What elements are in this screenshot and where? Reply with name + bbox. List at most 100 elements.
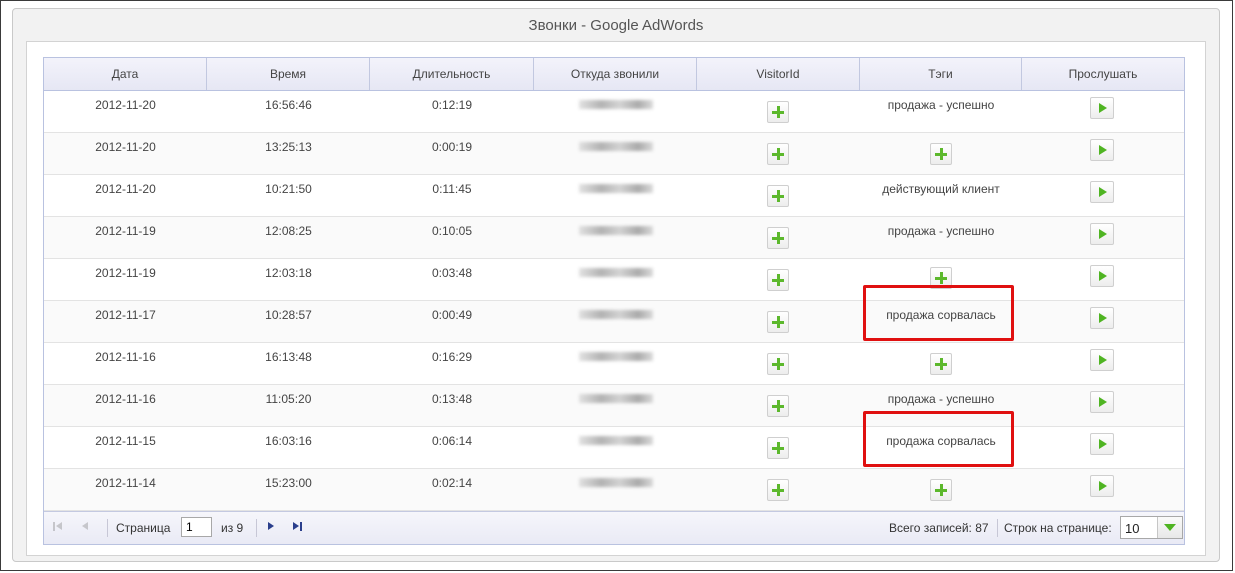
play-icon[interactable] bbox=[1090, 181, 1114, 203]
time-cell: 15:23:00 bbox=[265, 476, 312, 490]
redacted-phone bbox=[578, 394, 653, 403]
time-cell: 16:13:48 bbox=[265, 350, 312, 364]
first-page-icon[interactable] bbox=[53, 521, 65, 533]
time-cell: 12:08:25 bbox=[265, 224, 312, 238]
redacted-phone bbox=[578, 100, 653, 109]
plus-icon[interactable] bbox=[930, 143, 952, 165]
column-header[interactable]: Дата bbox=[44, 58, 207, 90]
rows-per-page-label: Строк на странице: bbox=[1004, 521, 1112, 535]
window-title: Звонки - Google AdWords bbox=[528, 17, 704, 34]
column-header[interactable]: Откуда звонили bbox=[534, 58, 697, 90]
caller-number-cell bbox=[534, 301, 697, 343]
visitor-id-cell bbox=[697, 385, 860, 427]
pager-separator bbox=[997, 519, 998, 537]
column-header[interactable]: VisitorId bbox=[697, 58, 860, 90]
play-icon[interactable] bbox=[1090, 349, 1114, 371]
play-icon[interactable] bbox=[1090, 223, 1114, 245]
listen-cell bbox=[1022, 343, 1184, 385]
duration-cell: 0:13:48 bbox=[431, 392, 473, 406]
duration-cell: 0:00:49 bbox=[431, 308, 473, 322]
plus-icon[interactable] bbox=[767, 311, 789, 333]
visitor-id-cell bbox=[697, 175, 860, 217]
visitor-id-cell bbox=[697, 259, 860, 301]
time-cell: 10:28:57 bbox=[265, 308, 312, 322]
page-number-input[interactable] bbox=[181, 517, 212, 537]
caller-number-cell bbox=[534, 217, 697, 259]
plus-icon[interactable] bbox=[767, 437, 789, 459]
play-icon[interactable] bbox=[1090, 139, 1114, 161]
visitor-id-cell bbox=[697, 343, 860, 385]
visitor-id-cell bbox=[697, 469, 860, 511]
tags-cell bbox=[860, 469, 1022, 511]
plus-icon[interactable] bbox=[767, 101, 789, 123]
redacted-phone bbox=[578, 310, 653, 319]
prev-page-icon[interactable] bbox=[80, 521, 92, 533]
redacted-phone bbox=[578, 184, 653, 193]
table-row: 2012-11-14 15:23:00 0:02:14 bbox=[44, 469, 1184, 511]
table-row: 2012-11-15 16:03:16 0:06:14 продажа сорвала… bbox=[44, 427, 1184, 469]
plus-icon[interactable] bbox=[930, 267, 952, 289]
tags-cell: действующий клиент bbox=[860, 175, 1022, 217]
column-header[interactable]: Тэги bbox=[860, 58, 1022, 90]
duration-cell: 0:06:14 bbox=[431, 434, 473, 448]
column-header[interactable]: Прослушать bbox=[1022, 58, 1184, 90]
caller-number-cell bbox=[534, 259, 697, 301]
date-cell: 2012-11-20 bbox=[95, 182, 156, 196]
pager-bar: Страница из 9 Всего записей: 87 Строк на… bbox=[44, 511, 1184, 544]
plus-icon[interactable] bbox=[930, 353, 952, 375]
play-icon[interactable] bbox=[1090, 391, 1114, 413]
play-icon[interactable] bbox=[1090, 265, 1114, 287]
plus-icon[interactable] bbox=[767, 353, 789, 375]
table-row: 2012-11-16 11:05:20 0:13:48 продажа - успеш… bbox=[44, 385, 1184, 427]
play-icon[interactable] bbox=[1090, 307, 1114, 329]
plus-icon[interactable] bbox=[767, 395, 789, 417]
column-header[interactable]: Длительность bbox=[370, 58, 534, 90]
play-icon[interactable] bbox=[1090, 475, 1114, 497]
column-header[interactable]: Время bbox=[207, 58, 370, 90]
listen-cell bbox=[1022, 217, 1184, 259]
tag-label: действующий клиент bbox=[882, 182, 1000, 196]
tag-label: продажа - успешно bbox=[887, 224, 995, 238]
plus-icon[interactable] bbox=[767, 269, 789, 291]
caller-number-cell bbox=[534, 175, 697, 217]
plus-icon[interactable] bbox=[767, 143, 789, 165]
play-icon[interactable] bbox=[1090, 97, 1114, 119]
tags-cell: продажа - успешно bbox=[860, 91, 1022, 133]
table-row: 2012-11-16 16:13:48 0:16:29 bbox=[44, 343, 1184, 385]
grid-header: Дата Время Длительность Откуда звонили Visit… bbox=[44, 58, 1184, 91]
table-row: 2012-11-19 12:08:25 0:10:05 продажа - успеш… bbox=[44, 217, 1184, 259]
time-cell: 10:21:50 bbox=[265, 182, 312, 196]
table-row: 2012-11-19 12:03:18 0:03:48 bbox=[44, 259, 1184, 301]
duration-cell: 0:10:05 bbox=[431, 224, 473, 238]
redacted-phone bbox=[578, 142, 653, 151]
time-cell: 13:25:13 bbox=[265, 140, 312, 154]
plus-icon[interactable] bbox=[767, 185, 789, 207]
date-cell: 2012-11-14 bbox=[95, 476, 156, 490]
tag-label: продажа сорвалась bbox=[886, 308, 996, 322]
duration-cell: 0:11:45 bbox=[432, 182, 472, 196]
next-page-icon[interactable] bbox=[265, 521, 277, 533]
plus-icon[interactable] bbox=[767, 479, 789, 501]
chevron-down-icon[interactable] bbox=[1157, 517, 1182, 538]
time-cell: 12:03:18 bbox=[265, 266, 312, 280]
tag-label: продажа - успешно bbox=[887, 392, 995, 406]
time-cell: 16:56:46 bbox=[265, 98, 312, 112]
visitor-id-cell bbox=[697, 133, 860, 175]
tags-cell: продажа - успешно bbox=[860, 385, 1022, 427]
page-count-label: из 9 bbox=[221, 521, 244, 535]
listen-cell bbox=[1022, 469, 1184, 511]
plus-icon[interactable] bbox=[767, 227, 789, 249]
plus-icon[interactable] bbox=[930, 479, 952, 501]
redacted-phone bbox=[578, 436, 653, 445]
redacted-phone bbox=[578, 478, 653, 487]
rows-per-page-value: 10 bbox=[1125, 521, 1140, 536]
caller-number-cell bbox=[534, 133, 697, 175]
tags-cell bbox=[860, 259, 1022, 301]
rows-per-page-select[interactable]: 10 bbox=[1120, 516, 1183, 539]
listen-cell bbox=[1022, 301, 1184, 343]
tag-label: продажа сорвалась bbox=[886, 434, 996, 448]
listen-cell bbox=[1022, 133, 1184, 175]
play-icon[interactable] bbox=[1090, 433, 1114, 455]
last-page-icon[interactable] bbox=[292, 521, 304, 533]
tags-cell bbox=[860, 133, 1022, 175]
